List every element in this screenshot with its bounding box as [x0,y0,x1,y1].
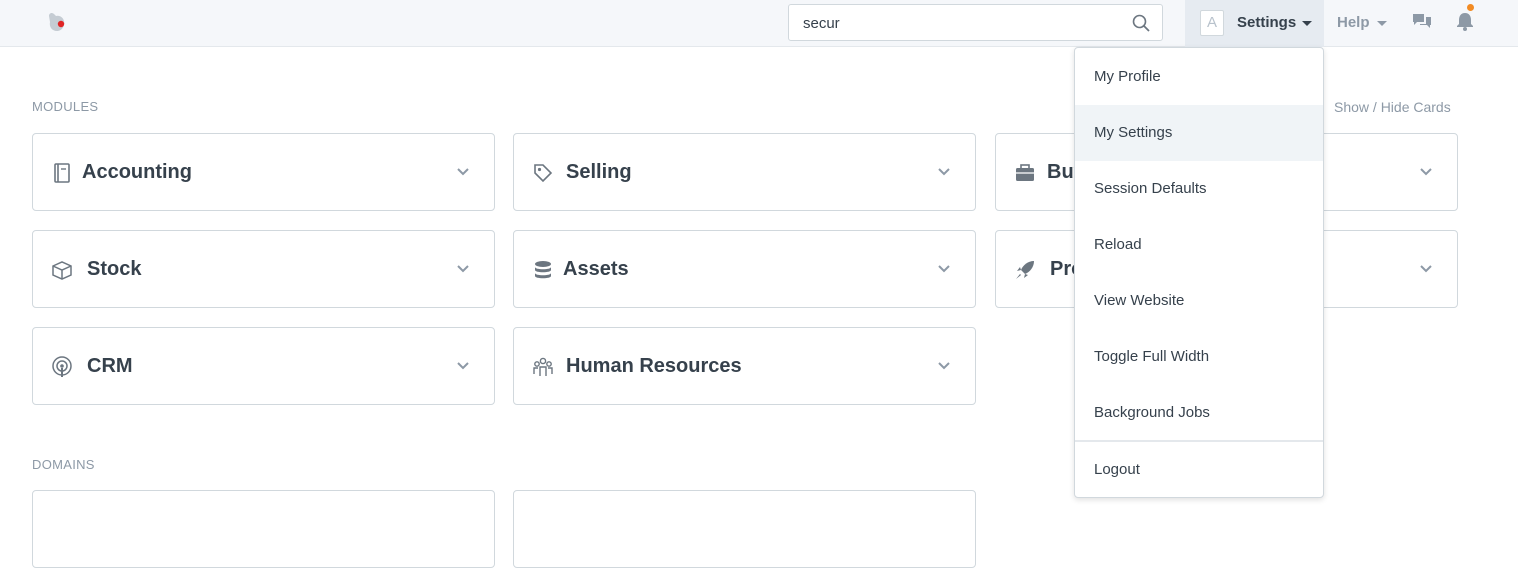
ledger-icon [54,163,70,183]
menu-item-background-jobs[interactable]: Background Jobs [1075,385,1323,441]
briefcase-icon [1016,164,1034,181]
menu-item-my-profile[interactable]: My Profile [1075,49,1323,105]
card-title: CRM [87,355,133,377]
domain-card[interactable] [513,490,976,568]
card-assets[interactable]: Assets [513,230,976,308]
card-title: Selling [566,161,632,183]
chevron-down-icon[interactable] [1419,167,1433,177]
chevron-down-icon[interactable] [937,361,951,371]
chevron-down-icon[interactable] [456,361,470,371]
tag-icon [534,164,553,183]
card-stock[interactable]: Stock [32,230,495,308]
menu-item-reload[interactable]: Reload [1075,217,1323,273]
bell-icon[interactable] [1455,11,1475,31]
settings-label[interactable]: Settings [1237,14,1296,31]
card-crm[interactable]: CRM [32,327,495,405]
search-bar[interactable] [788,4,1163,42]
search-input[interactable] [801,5,1125,42]
settings-dropdown-toggle[interactable]: A Settings [1185,0,1324,47]
notification-dot [1467,4,1474,11]
caret-down-icon [1302,21,1312,26]
domain-card[interactable] [32,490,495,568]
card-title: Assets [563,258,629,280]
menu-item-toggle-full-width[interactable]: Toggle Full Width [1075,329,1323,385]
broadcast-icon [52,356,72,377]
navbar: A Settings Help [0,0,1518,47]
avatar[interactable]: A [1200,10,1224,36]
settings-dropdown-menu: My Profile My Settings Session Defaults … [1074,47,1324,498]
help-menu[interactable]: Help [1337,14,1370,31]
help-caret-down-icon [1377,21,1387,26]
people-icon [533,357,553,376]
chevron-down-icon[interactable] [937,264,951,274]
card-title: Stock [87,258,142,280]
show-hide-cards-link[interactable]: Show / Hide Cards [1334,99,1451,115]
card-title: Accounting [82,161,192,183]
app-logo-icon[interactable] [44,10,70,36]
card-title: Human Resources [566,355,742,377]
modules-heading: MODULES [32,99,99,114]
menu-item-my-settings[interactable]: My Settings [1075,105,1323,161]
chevron-down-icon[interactable] [456,167,470,177]
card-human-resources[interactable]: Human Resources [513,327,976,405]
chat-icon[interactable] [1411,12,1433,32]
chevron-down-icon[interactable] [1419,264,1433,274]
rocket-icon [1016,261,1034,279]
domains-heading: DOMAINS [32,457,95,472]
menu-item-session-defaults[interactable]: Session Defaults [1075,161,1323,217]
chevron-down-icon[interactable] [456,264,470,274]
menu-item-view-website[interactable]: View Website [1075,273,1323,329]
chevron-down-icon[interactable] [937,167,951,177]
card-accounting[interactable]: Accounting [32,133,495,211]
search-icon[interactable] [1132,14,1150,32]
menu-item-logout[interactable]: Logout [1075,442,1323,498]
box-icon [52,261,72,280]
database-icon [535,261,551,279]
card-selling[interactable]: Selling [513,133,976,211]
